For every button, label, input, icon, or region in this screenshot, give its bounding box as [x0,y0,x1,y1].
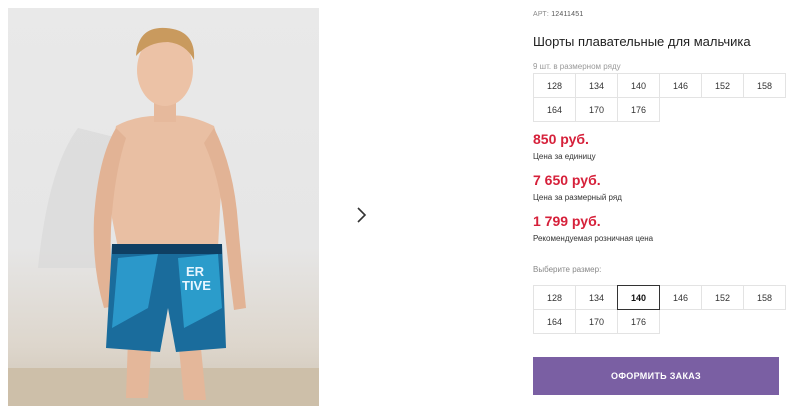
size-option[interactable]: 170 [575,309,618,334]
size-option[interactable]: 134 [575,285,618,310]
size-option-selected[interactable]: 140 [617,285,660,310]
sku: АРТ: 12411451 [533,11,583,18]
unit-price-label: Цена за единицу [533,152,596,161]
product-info-panel: АРТ: 12411451 Шорты плавательные для мал… [533,0,800,406]
size-range-table: 128 134 140 146 152 158 164 170 176 [533,73,786,122]
order-button[interactable]: ОФОРМИТЬ ЗАКАЗ [533,357,779,395]
product-image: ER TIVE [8,8,319,406]
range-size-cell: 140 [617,73,660,98]
product-title: Шорты плавательные для мальчика [533,34,751,49]
range-price: 7 650 руб. [533,172,601,188]
retail-price-label: Рекомендуемая розничная цена [533,234,654,243]
range-size-cell: 146 [659,73,702,98]
range-size-cell: 134 [575,73,618,98]
unit-price: 850 руб. [533,131,589,147]
range-size-cell: 176 [617,97,660,122]
retail-price: 1 799 руб. [533,213,601,229]
size-option[interactable]: 176 [617,309,660,334]
size-range-note: 9 шт. в размерном ряду [533,62,621,71]
chevron-right-icon [357,207,367,223]
size-option[interactable]: 128 [533,285,576,310]
next-image-button[interactable] [343,196,381,234]
size-option[interactable]: 158 [743,285,786,310]
range-size-cell: 128 [533,73,576,98]
size-option[interactable]: 146 [659,285,702,310]
range-size-cell: 152 [701,73,744,98]
choose-size-label: Выберите размер: [533,265,602,274]
shorts-print-text-1: ER [186,264,205,279]
size-selector: 128 134 140 146 152 158 164 170 176 [533,285,786,334]
range-size-cell: 164 [533,97,576,122]
size-option[interactable]: 152 [701,285,744,310]
range-size-cell: 158 [743,73,786,98]
sku-label: АРТ: [533,11,550,18]
product-photo-illustration: ER TIVE [8,27,319,406]
sku-value: 12411451 [551,11,584,18]
shorts-print-text-2: TIVE [182,278,211,293]
size-option[interactable]: 164 [533,309,576,334]
range-price-label: Цена за размерный ряд [533,193,622,202]
range-size-cell: 170 [575,97,618,122]
